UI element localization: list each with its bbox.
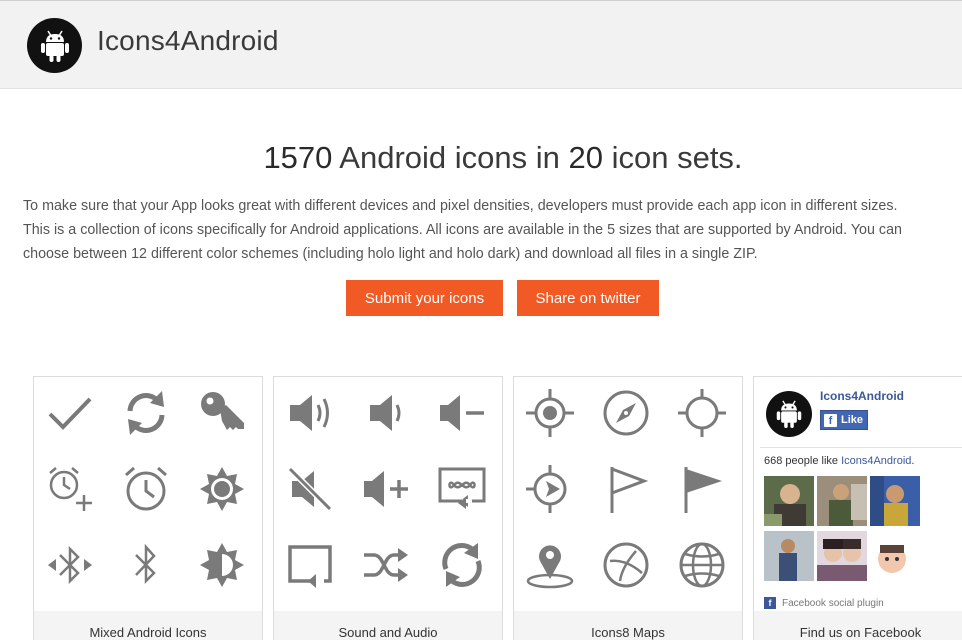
site-header: Icons4Android	[0, 0, 962, 89]
icon-set-title[interactable]: Sound and Audio	[274, 611, 502, 640]
facebook-f-icon: f	[824, 413, 837, 427]
brightness-half-icon	[194, 537, 250, 593]
fan-avatar[interactable]	[870, 476, 920, 526]
key-icon	[194, 385, 250, 441]
intro-line: To make sure that your App looks great w…	[23, 198, 898, 214]
gps-target-icon	[674, 385, 730, 441]
sync-icon	[434, 537, 490, 593]
page-headline: 1570 Android icons in 20 icon sets.	[0, 140, 962, 176]
fan-avatar[interactable]	[870, 531, 920, 581]
headline-text-mid: Android icons in	[332, 140, 569, 175]
icon-set-title[interactable]: Mixed Android Icons	[34, 611, 262, 640]
volume-low-icon	[358, 385, 414, 441]
facebook-card-title[interactable]: Find us on Facebook	[754, 611, 962, 640]
divider	[760, 447, 962, 448]
shuffle-icon	[358, 537, 414, 593]
checkmark-icon	[42, 385, 98, 441]
like-count-text: 668 people like	[764, 455, 842, 467]
volume-up-icon	[282, 385, 338, 441]
android-robot-icon[interactable]	[27, 18, 82, 73]
alarm-clock-icon	[118, 461, 174, 517]
bluetooth-icon	[118, 537, 174, 593]
headline-text-end: icon sets.	[602, 140, 743, 175]
plugin-label: Facebook social plugin	[782, 597, 884, 609]
compass-icon	[598, 385, 654, 441]
like-label: Like	[841, 414, 864, 426]
facebook-fan-faces	[764, 476, 924, 586]
flag-outline-icon	[598, 461, 654, 517]
android-robot-icon[interactable]	[766, 391, 812, 437]
facebook-social-plugin[interactable]: f Facebook social plugin	[764, 597, 884, 609]
intro-paragraph: To make sure that your App looks great w…	[23, 194, 962, 266]
volume-minus-icon	[434, 385, 490, 441]
submit-icons-button[interactable]: Submit your icons	[346, 280, 503, 316]
share-twitter-button[interactable]: Share on twitter	[517, 280, 659, 316]
headline-icon-count: 1570	[263, 140, 333, 175]
facebook-card: Icons4Android f Like 668 people like Ico…	[753, 376, 962, 640]
icon-set-card-maps[interactable]: Icons8 Maps	[513, 376, 743, 640]
headline-set-count: 20	[568, 140, 603, 175]
map-marker-icon	[522, 537, 578, 593]
globe-icon	[674, 537, 730, 593]
fan-avatar[interactable]	[764, 476, 814, 526]
icon-preview-grid	[34, 377, 262, 609]
icon-set-card-mixed[interactable]: Mixed Android Icons	[33, 376, 263, 640]
compass-rose-icon	[598, 537, 654, 593]
loop-repeat-icon	[434, 461, 490, 517]
gps-fixed-icon	[522, 385, 578, 441]
facebook-like-button[interactable]: f Like	[820, 410, 868, 430]
site-title[interactable]: Icons4Android	[97, 25, 279, 57]
facebook-like-count: 668 people like Icons4Android.	[764, 455, 914, 467]
facebook-page-name[interactable]: Icons4Android	[820, 389, 904, 403]
fan-avatar[interactable]	[764, 531, 814, 581]
fan-avatar[interactable]	[817, 531, 867, 581]
facebook-page-link[interactable]: Icons4Android	[841, 455, 911, 467]
add-alarm-icon	[42, 461, 98, 517]
icon-set-title[interactable]: Icons8 Maps	[514, 611, 742, 640]
repeat-icon	[282, 537, 338, 593]
volume-plus-icon	[358, 461, 414, 517]
volume-mute-icon	[282, 461, 338, 517]
icon-preview-grid	[274, 377, 502, 609]
like-count-suffix: .	[911, 455, 915, 467]
refresh-icon	[118, 385, 174, 441]
intro-line: choose between 12 different color scheme…	[23, 246, 758, 262]
flag-filled-icon	[674, 461, 730, 517]
facebook-icon: f	[764, 597, 776, 609]
icon-set-card-sound[interactable]: Sound and Audio	[273, 376, 503, 640]
gps-direction-icon	[522, 461, 578, 517]
brightness-high-icon	[194, 461, 250, 517]
bluetooth-connected-icon	[42, 537, 98, 593]
fan-avatar[interactable]	[817, 476, 867, 526]
intro-line: This is a collection of icons specifical…	[23, 222, 902, 238]
icon-preview-grid	[514, 377, 742, 609]
